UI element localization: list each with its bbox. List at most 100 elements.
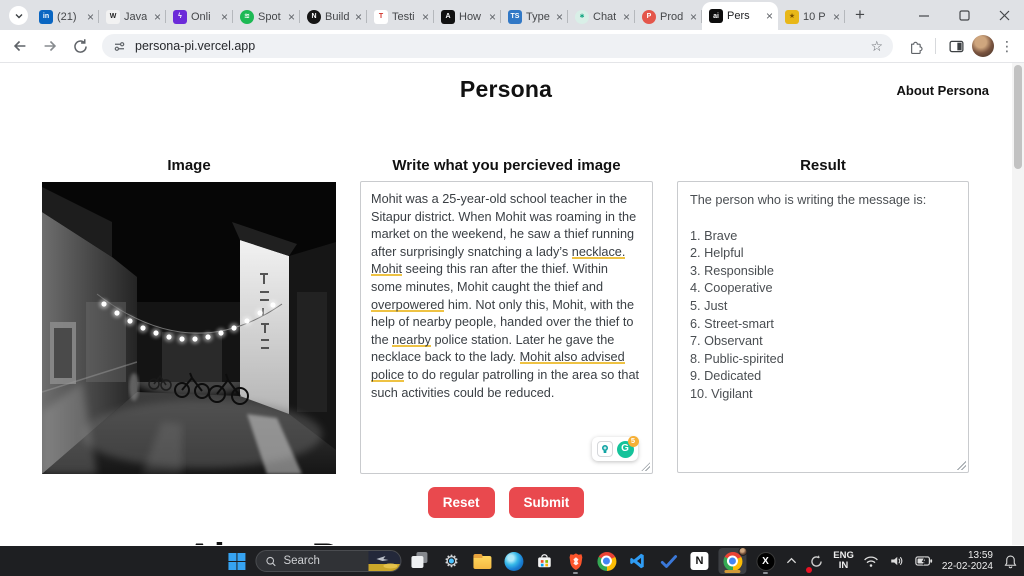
bookmark-star-icon[interactable]: ☆ <box>870 38 883 55</box>
back-arrow-icon <box>11 37 29 55</box>
page-scrollbar[interactable] <box>1012 63 1024 545</box>
chrome-profile-avatar <box>738 547 747 556</box>
browser-tab[interactable]: ≋Spot× <box>233 3 300 30</box>
volume-button[interactable] <box>888 549 906 573</box>
browser-tab[interactable]: WJava× <box>99 3 166 30</box>
back-button[interactable] <box>6 32 34 60</box>
browser-tab[interactable]: TSType× <box>501 3 568 30</box>
tab-close-icon[interactable]: × <box>833 11 840 23</box>
tab-close-icon[interactable]: × <box>154 11 161 23</box>
speaker-icon <box>889 554 904 568</box>
maximize-icon <box>959 10 970 21</box>
browser-menu-button[interactable]: ⋮ <box>996 38 1018 55</box>
folder-icon <box>473 556 491 569</box>
battery-icon <box>915 555 933 567</box>
scrollbar-thumb[interactable] <box>1014 65 1022 169</box>
browser-tab[interactable]: NBuild× <box>300 3 367 30</box>
perception-textarea[interactable]: Mohit was a 25-year-old school teacher i… <box>360 181 653 474</box>
profile-avatar[interactable] <box>972 35 994 57</box>
tab-title: How <box>459 11 481 23</box>
tab-close-icon[interactable]: × <box>422 11 429 23</box>
update-status-button[interactable] <box>807 549 825 573</box>
x-twitter-button[interactable]: X <box>753 549 777 573</box>
tab-close-icon[interactable]: × <box>355 11 362 23</box>
tab-close-icon[interactable]: × <box>690 11 697 23</box>
tab-close-icon[interactable]: × <box>556 11 563 23</box>
vscode-button[interactable] <box>625 549 649 573</box>
browser-tab[interactable]: aiPers× <box>702 2 778 30</box>
side-panel-icon <box>948 38 965 55</box>
search-icon <box>264 555 277 568</box>
notion-button[interactable]: N <box>687 549 711 573</box>
browser-tab[interactable]: ϟOnli× <box>166 3 233 30</box>
address-bar[interactable]: persona-pi.vercel.app ☆ <box>102 34 893 58</box>
edge-button[interactable] <box>501 549 525 573</box>
chrome-button[interactable] <box>594 549 618 573</box>
browser-tab[interactable]: ∗Chat× <box>568 3 635 30</box>
tray-clock[interactable]: 13:59 22-02-2024 <box>942 550 993 572</box>
medal-favicon: ★ <box>785 10 799 24</box>
window-close-button[interactable] <box>984 0 1024 30</box>
taskbar-search[interactable]: Search <box>255 550 401 572</box>
result-list: 1. Brave2. Helpful3. Responsible4. Coope… <box>690 228 956 404</box>
about-persona-link[interactable]: About Persona <box>897 83 989 98</box>
task-view-button[interactable] <box>408 549 432 573</box>
producthunt-favicon: P <box>642 10 656 24</box>
tab-close-icon[interactable]: × <box>623 11 630 23</box>
new-tab-button[interactable]: + <box>847 2 873 28</box>
reset-button[interactable]: Reset <box>428 487 495 518</box>
browser-tab[interactable]: AHow× <box>434 3 501 30</box>
tab-close-icon[interactable]: × <box>221 11 228 23</box>
battery-button[interactable] <box>914 549 934 573</box>
tray-expand-button[interactable] <box>783 549 799 573</box>
browser-tab[interactable]: PProd× <box>635 3 702 30</box>
minimize-icon <box>919 10 930 21</box>
edge-icon <box>504 552 523 571</box>
result-textarea[interactable]: The person who is writing the message is… <box>677 181 969 473</box>
search-highlight-image[interactable] <box>368 550 400 572</box>
reload-button[interactable] <box>66 32 94 60</box>
start-button[interactable] <box>224 549 248 573</box>
wifi-button[interactable] <box>862 549 880 573</box>
tab-close-icon[interactable]: × <box>87 11 94 23</box>
testbook-favicon: T <box>374 10 388 24</box>
browser-tab[interactable]: ★10 P× <box>778 3 845 30</box>
browser-tab[interactable]: TTesti× <box>367 3 434 30</box>
brave-button[interactable] <box>563 549 587 573</box>
submit-button[interactable]: Submit <box>509 487 585 518</box>
toolbar-divider <box>935 38 936 54</box>
browser-tab[interactable]: in(21)× <box>32 3 99 30</box>
forward-button[interactable] <box>36 32 64 60</box>
languagetool-icon[interactable] <box>597 441 613 457</box>
editor-text-segment: to do regular patrolling in the area so … <box>371 368 639 400</box>
tab-close-icon[interactable]: × <box>766 10 773 22</box>
grammarly-icon[interactable]: G 5 <box>617 441 634 458</box>
tab-search-button[interactable] <box>9 6 28 25</box>
site-info-icon[interactable] <box>112 39 127 54</box>
result-item: 10. Vigilant <box>690 386 956 404</box>
editor-column-header: Write what you percieved image <box>360 157 653 174</box>
extensions-button[interactable] <box>901 32 929 60</box>
tray-date: 22-02-2024 <box>942 561 993 572</box>
tab-close-icon[interactable]: × <box>489 11 496 23</box>
result-item: 8. Public-spirited <box>690 351 956 369</box>
page-title: Persona <box>0 76 1012 103</box>
textarea-resize-handle[interactable] <box>641 462 650 471</box>
chrome-active-button[interactable] <box>718 548 746 574</box>
w-favicon: W <box>106 10 120 24</box>
notification-center-button[interactable] <box>1001 549 1019 573</box>
bolt-favicon: ϟ <box>173 10 187 24</box>
file-explorer-button[interactable] <box>470 549 494 573</box>
window-minimize-button[interactable] <box>904 0 944 30</box>
window-maximize-button[interactable] <box>944 0 984 30</box>
typescript-favicon: TS <box>508 10 522 24</box>
language-indicator[interactable]: ENG IN <box>833 551 854 571</box>
persona-favicon: ai <box>709 9 723 23</box>
todo-button[interactable] <box>656 549 680 573</box>
result-resize-handle[interactable] <box>957 461 966 470</box>
tab-close-icon[interactable]: × <box>288 11 295 23</box>
microsoft-store-button[interactable] <box>532 549 556 573</box>
settings-button[interactable]: ⚙ <box>439 549 463 573</box>
side-panel-button[interactable] <box>942 32 970 60</box>
update-badge <box>806 567 812 573</box>
